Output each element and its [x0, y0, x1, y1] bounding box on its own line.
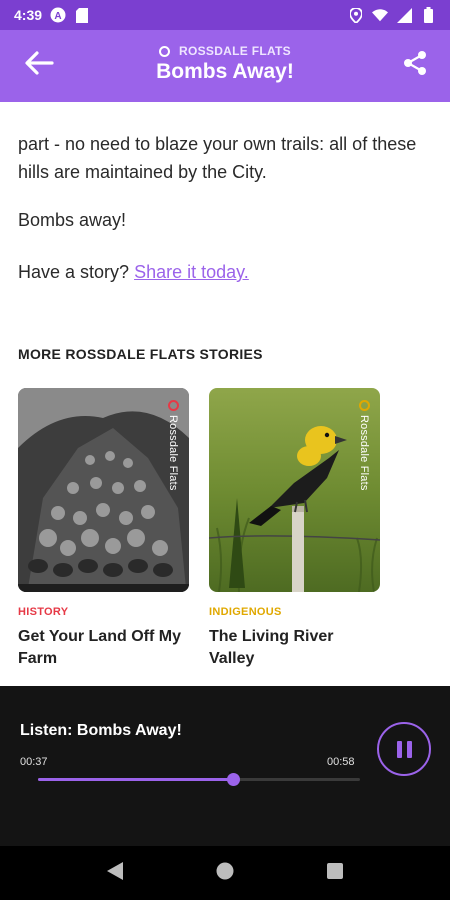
share-icon: [402, 50, 428, 81]
location-icon: [348, 7, 364, 23]
app-bar-title-group: ROSSDALE FLATS Bombs Away!: [90, 44, 360, 84]
back-triangle-icon: [107, 861, 123, 885]
battery-icon: [420, 7, 436, 23]
total-time: 00:58: [327, 756, 355, 768]
story-card[interactable]: Rossdale Flats INDIGENOUS The Living Riv…: [209, 388, 381, 670]
card-location-tag: Rossdale Flats: [358, 400, 370, 491]
home-circle-icon: [216, 862, 234, 885]
share-button[interactable]: [400, 50, 430, 80]
share-story-link[interactable]: Share it today.: [134, 262, 249, 282]
progress-fill: [38, 778, 233, 781]
story-card-image[interactable]: Rossdale Flats: [209, 388, 380, 592]
location-line: ROSSDALE FLATS: [90, 44, 360, 58]
share-story-prompt: Have a story?: [18, 262, 135, 282]
system-nav-bar: [0, 846, 450, 900]
card-title[interactable]: Get Your Land Off My Farm: [18, 626, 190, 670]
story-content[interactable]: part - no need to blaze your own trails:…: [0, 102, 450, 686]
card-category: INDIGENOUS: [209, 606, 282, 618]
player-title: Listen: Bombs Away!: [20, 722, 182, 739]
pause-icon: [396, 740, 412, 758]
story-card-image[interactable]: Rossdale Flats: [18, 388, 189, 592]
card-category: HISTORY: [18, 606, 69, 618]
card-location-label: Rossdale Flats: [167, 415, 179, 491]
location-circle-icon: [159, 45, 170, 57]
progress-track[interactable]: [38, 773, 360, 786]
pause-button[interactable]: [377, 722, 431, 776]
sd-card-icon: [74, 7, 90, 23]
story-paragraph: part - no need to blaze your own trails:…: [18, 134, 417, 182]
status-bar: 4:39 A: [0, 0, 450, 30]
blackbird-photo: [209, 388, 380, 592]
story-paragraph: Bombs away!: [18, 210, 127, 230]
back-arrow-icon: [24, 50, 54, 81]
tag-circle-icon: [358, 400, 370, 411]
app-bar: ROSSDALE FLATS Bombs Away!: [0, 30, 450, 102]
current-time: 00:37: [20, 756, 48, 768]
story-card[interactable]: Rossdale Flats HISTORY Get Your Land Off…: [18, 388, 190, 670]
nav-back-button[interactable]: [95, 853, 135, 893]
more-stories-heading: MORE ROSSDALE FLATS STORIES: [18, 346, 263, 362]
card-location-tag: Rossdale Flats: [167, 400, 179, 491]
vegetable-harvest-photo: [18, 388, 189, 592]
page-title: Bombs Away!: [156, 60, 294, 83]
a-circle-icon: A: [50, 7, 66, 23]
progress-thumb[interactable]: [226, 773, 240, 786]
card-title[interactable]: The Living River Valley: [209, 626, 381, 670]
tag-circle-icon: [167, 400, 179, 411]
nav-recents-button[interactable]: [315, 853, 355, 893]
back-button[interactable]: [22, 50, 56, 80]
wifi-icon: [372, 7, 388, 23]
share-story-line: Have a story? Share it today.: [18, 258, 438, 286]
status-time: 4:39: [14, 7, 43, 23]
card-location-label: Rossdale Flats: [358, 415, 370, 491]
svg-text:A: A: [54, 11, 61, 22]
audio-player: Listen: Bombs Away! 00:37 00:58: [0, 686, 450, 846]
recents-square-icon: [327, 862, 343, 884]
location-label: ROSSDALE FLATS: [179, 44, 291, 58]
signal-icon: [396, 7, 412, 23]
nav-home-button[interactable]: [205, 853, 245, 893]
